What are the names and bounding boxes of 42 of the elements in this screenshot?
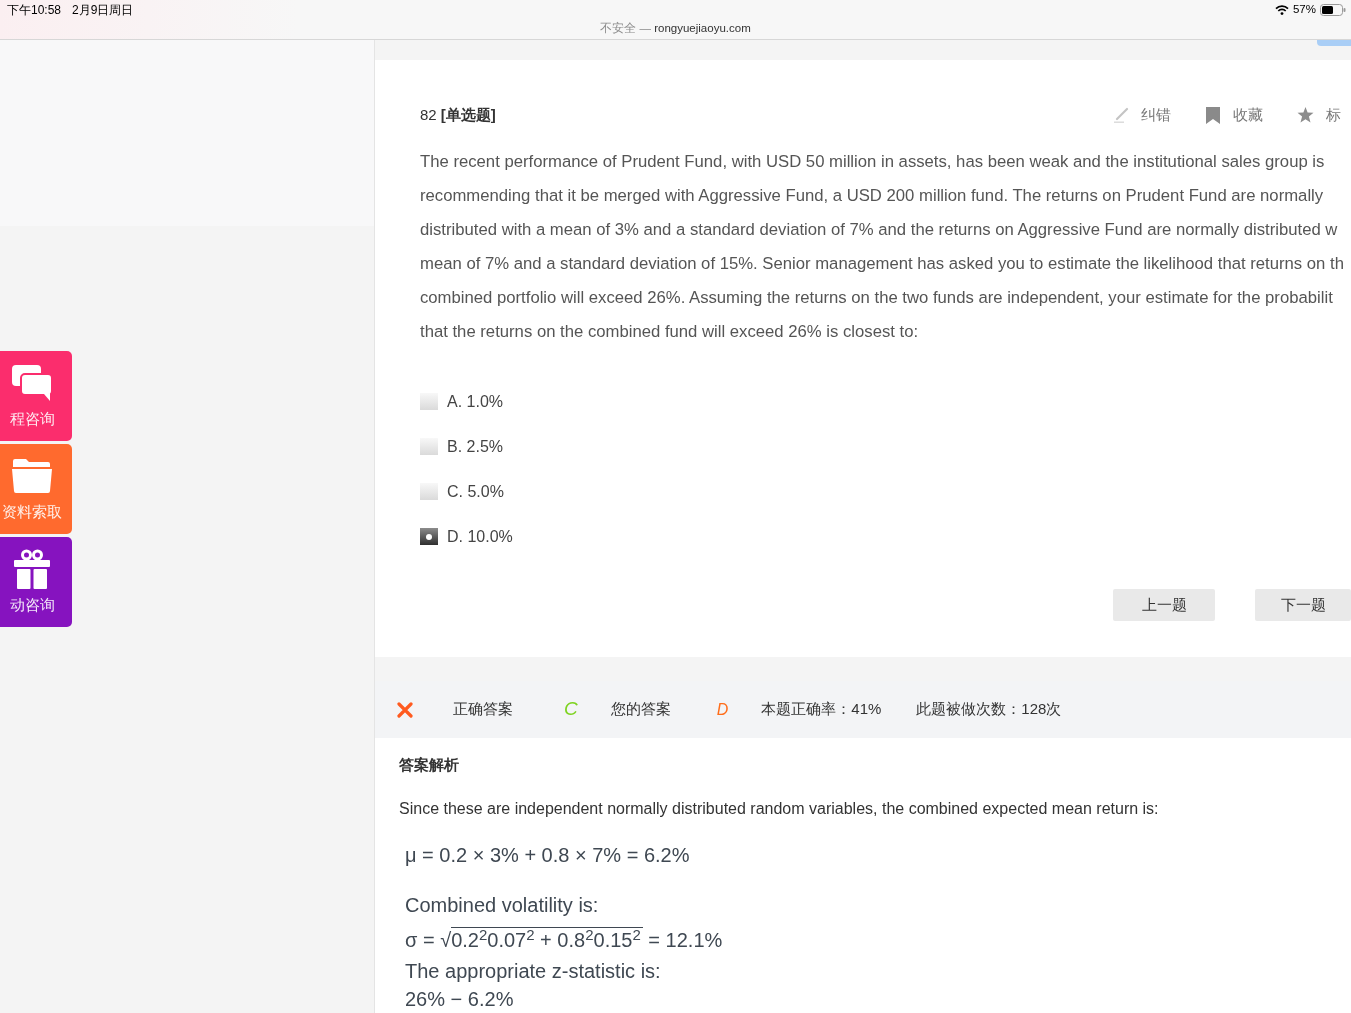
- your-answer-label: 您的答案: [610, 699, 671, 720]
- option-checkbox[interactable]: [420, 528, 438, 545]
- mark-button[interactable]: 标: [1297, 103, 1341, 127]
- option-checkbox[interactable]: [420, 438, 438, 455]
- option-label[interactable]: C. 5.0%: [447, 479, 504, 504]
- option-checkbox[interactable]: [420, 483, 438, 500]
- correct-answer: C: [564, 697, 578, 722]
- page-address[interactable]: 不安全 — rongyuejiaoyu.com: [600, 20, 751, 38]
- chat-bubbles-icon: [11, 364, 53, 402]
- bookmark-icon: [1205, 106, 1221, 124]
- formula: μ = 0.2 × 3% + 0.8 × 7% = 6.2%: [405, 843, 690, 868]
- question-text: The recent performance of Prudent Fund, with USD 50 million in assets, has been weak and the institutional sales group is recommending that it be merged with Aggressive Fund, a USD 200 million fund. The returns on Prudent Fund are normally distributed with a mean of 3% and a standard deviation of 7% and the returns on Aggressive Fund are normally distributed w mean of 7% and a standard deviation of 15%. Senior management has asked you to estimate the likelihood that returns on th combined portfolio will exceed 26%. Assuming the returns on the two funds are independent, your estimate for the probabilit that the returns on the combined fund will exceed 26% is closest to:: [420, 151, 1345, 343]
- formula: 26% − 6.2%: [405, 987, 514, 1012]
- your-answer: D: [716, 699, 729, 720]
- correct-answer-label: 正确答案: [453, 699, 513, 720]
- report-error-button[interactable]: 纠错: [1113, 103, 1171, 127]
- explanation-title: 答案解析: [399, 755, 459, 775]
- status-date: 2月9日周日: [72, 1, 134, 19]
- battery-percent: 57%: [1292, 1, 1316, 17]
- accuracy-rate: 本题正确率：41%: [761, 699, 882, 720]
- accent-bar: [1317, 40, 1351, 46]
- explanation-text: Since these are independent normally distributed random variables, the combined expected mean return is:: [399, 799, 1159, 819]
- status-time: 下午10:58: [7, 1, 62, 19]
- next-button[interactable]: 下一题: [1255, 589, 1351, 621]
- battery-icon: [1320, 3, 1346, 16]
- option-label[interactable]: B. 2.5%: [447, 434, 504, 459]
- folder-icon: [12, 459, 52, 493]
- question-header: 82 [单选题]: [420, 104, 496, 125]
- attempt-count: 此题被做次数：128次: [916, 699, 1062, 720]
- formula: σ = √0.2$^{2}$0.07$^{2}$ + 0.8$^{2}$0.15$^{2}$ = 12.1%: [405, 926, 723, 954]
- formula-caption: The appropriate z-statistic is:: [405, 959, 661, 984]
- formula-caption: Combined volatility is:: [405, 893, 599, 918]
- gift-icon: [14, 549, 50, 589]
- gift-button[interactable]: 动咨询: [0, 537, 72, 627]
- option-label[interactable]: D. 10.0%: [447, 524, 513, 549]
- pencil-icon: [1113, 107, 1129, 123]
- option-checkbox[interactable]: [420, 393, 438, 410]
- star-icon: [1297, 107, 1314, 123]
- previous-button[interactable]: 上一题: [1113, 589, 1215, 621]
- wifi-icon: [1274, 4, 1289, 15]
- favorite-button[interactable]: 收藏: [1205, 103, 1263, 127]
- option-label[interactable]: A. 1.0%: [447, 389, 504, 414]
